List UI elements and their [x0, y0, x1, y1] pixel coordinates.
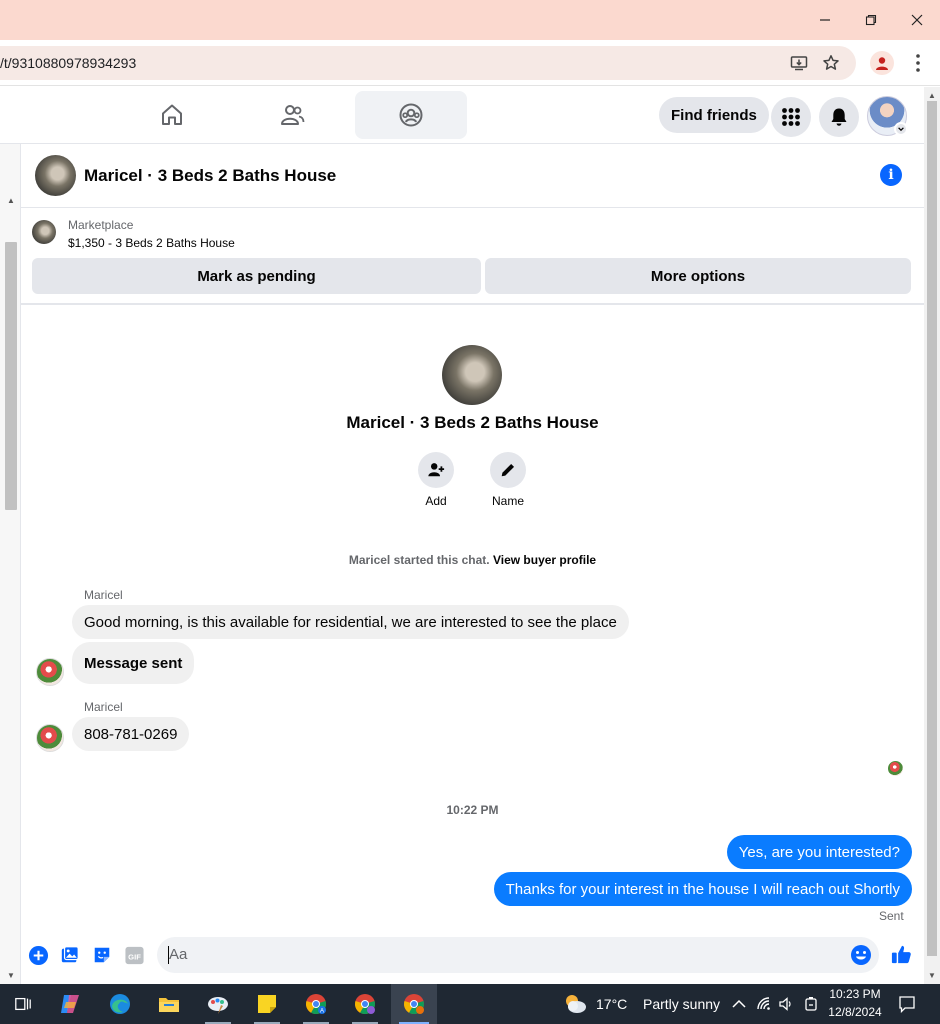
- scroll-up-arrow-icon[interactable]: ▲: [7, 196, 15, 205]
- browser-toolbar: /t/9310880978934293: [0, 40, 940, 86]
- weather-icon[interactable]: [562, 992, 588, 1021]
- page-scroll-up-icon[interactable]: ▲: [928, 91, 936, 100]
- notification-center-icon[interactable]: [898, 995, 916, 1018]
- svg-text:A: A: [320, 1009, 324, 1015]
- wifi-icon[interactable]: [756, 996, 772, 1017]
- bookmark-star-icon[interactable]: [822, 54, 840, 72]
- weather-condition[interactable]: Partly sunny: [643, 996, 720, 1012]
- clock-time[interactable]: 10:23 PM: [822, 987, 888, 1001]
- pencil-icon[interactable]: [490, 452, 526, 488]
- window-titlebar: [0, 0, 940, 40]
- scroll-down-arrow-icon[interactable]: ▼: [7, 971, 15, 980]
- task-view-icon[interactable]: [0, 984, 46, 1024]
- groups-icon[interactable]: [355, 91, 467, 139]
- sender-avatar[interactable]: [36, 724, 64, 752]
- emoji-icon[interactable]: [850, 944, 872, 971]
- file-explorer-icon[interactable]: [146, 984, 192, 1024]
- chat-avatar[interactable]: [35, 155, 76, 196]
- chrome-profile-b-icon[interactable]: [342, 984, 388, 1024]
- listing-thumbnail[interactable]: [32, 220, 56, 244]
- battery-plug-icon[interactable]: [803, 996, 819, 1017]
- sender-avatar[interactable]: [36, 658, 64, 686]
- facebook-nav: Find friends: [0, 87, 924, 144]
- chat-started-notice: Maricel started this chat. View buyer pr…: [21, 553, 924, 567]
- windows-taskbar: A 17°C Partly sunny 10:23 PM 12/8/2024: [0, 984, 940, 1024]
- outgoing-message[interactable]: Thanks for your interest in the house I …: [493, 872, 912, 906]
- add-label: Add: [425, 494, 447, 508]
- started-text: Maricel started this chat.: [348, 553, 490, 567]
- menu-grid-icon[interactable]: [771, 97, 811, 137]
- notifications-bell-icon[interactable]: [819, 97, 859, 137]
- info-icon[interactable]: i: [880, 164, 902, 186]
- mark-as-pending-button[interactable]: Mark as pending: [32, 258, 481, 294]
- message-input-placeholder: Aa: [169, 946, 188, 963]
- speaker-icon[interactable]: [778, 996, 794, 1017]
- edge-browser-icon[interactable]: [97, 984, 143, 1024]
- photo-icon[interactable]: [59, 944, 81, 966]
- paint-app-icon[interactable]: [195, 984, 241, 1024]
- message-input[interactable]: Aa: [157, 937, 879, 973]
- chrome-active-icon[interactable]: [391, 984, 437, 1024]
- view-buyer-profile-link[interactable]: View buyer profile: [493, 553, 596, 567]
- sent-status: Sent: [879, 909, 904, 923]
- install-app-icon[interactable]: [790, 54, 808, 72]
- message-sender: Maricel: [84, 588, 123, 602]
- chevron-up-icon[interactable]: [731, 996, 747, 1017]
- more-options-button[interactable]: More options: [485, 258, 911, 294]
- svg-text:GIF: GIF: [128, 952, 141, 961]
- listing-title[interactable]: $1,350 - 3 Beds 2 Baths House: [68, 236, 235, 250]
- address-bar[interactable]: /t/9310880978934293: [0, 46, 856, 80]
- outgoing-message[interactable]: Yes, are you interested?: [726, 835, 912, 869]
- incoming-message[interactable]: 808-781-0269: [72, 717, 190, 751]
- name-label: Name: [491, 494, 524, 508]
- thumbs-up-icon[interactable]: [889, 942, 913, 966]
- marketplace-listing-bar: Marketplace $1,350 - 3 Beds 2 Baths Hous…: [21, 208, 924, 305]
- chevron-down-icon[interactable]: [894, 122, 908, 136]
- minimize-icon[interactable]: [802, 0, 848, 40]
- sticker-icon[interactable]: [91, 944, 113, 966]
- clock-date[interactable]: 12/8/2024: [822, 1005, 888, 1019]
- chat-header: Maricel · 3 Beds 2 Baths House i: [21, 144, 924, 208]
- sticky-notes-icon[interactable]: [244, 984, 290, 1024]
- menu-kebab-icon[interactable]: [912, 52, 924, 74]
- add-circle-icon[interactable]: [27, 944, 49, 966]
- chat-title[interactable]: Maricel · 3 Beds 2 Baths House: [84, 166, 336, 186]
- add-action[interactable]: Add: [406, 452, 466, 508]
- conversation-avatar[interactable]: [442, 345, 502, 405]
- add-person-icon[interactable]: [418, 452, 454, 488]
- left-scrollbar-thumb[interactable]: [5, 242, 17, 510]
- restore-icon[interactable]: [848, 0, 894, 40]
- conversation-name: Maricel · 3 Beds 2 Baths House: [346, 413, 599, 432]
- seen-indicator-avatar: [888, 761, 903, 776]
- page-scroll-down-icon[interactable]: ▼: [928, 971, 936, 980]
- page-scrollbar-thumb[interactable]: [927, 101, 937, 956]
- close-icon[interactable]: [894, 0, 940, 40]
- chrome-profile-a-icon[interactable]: A: [293, 984, 339, 1024]
- marketplace-label: Marketplace: [68, 218, 134, 232]
- url-text[interactable]: /t/9310880978934293: [0, 55, 136, 71]
- name-action[interactable]: Name: [478, 452, 538, 508]
- incoming-message[interactable]: Message sent: [72, 642, 195, 684]
- message-timestamp: 10:22 PM: [446, 803, 499, 817]
- friends-icon[interactable]: [236, 91, 348, 139]
- message-sender: Maricel: [84, 700, 123, 714]
- home-icon[interactable]: [116, 91, 228, 139]
- weather-temperature[interactable]: 17°C: [596, 996, 627, 1012]
- incoming-message[interactable]: Good morning, is this available for resi…: [72, 605, 629, 639]
- profile-icon[interactable]: [870, 51, 894, 75]
- gif-icon[interactable]: GIF: [123, 944, 145, 966]
- find-friends-button[interactable]: Find friends: [659, 97, 769, 133]
- copilot-icon[interactable]: [47, 984, 93, 1024]
